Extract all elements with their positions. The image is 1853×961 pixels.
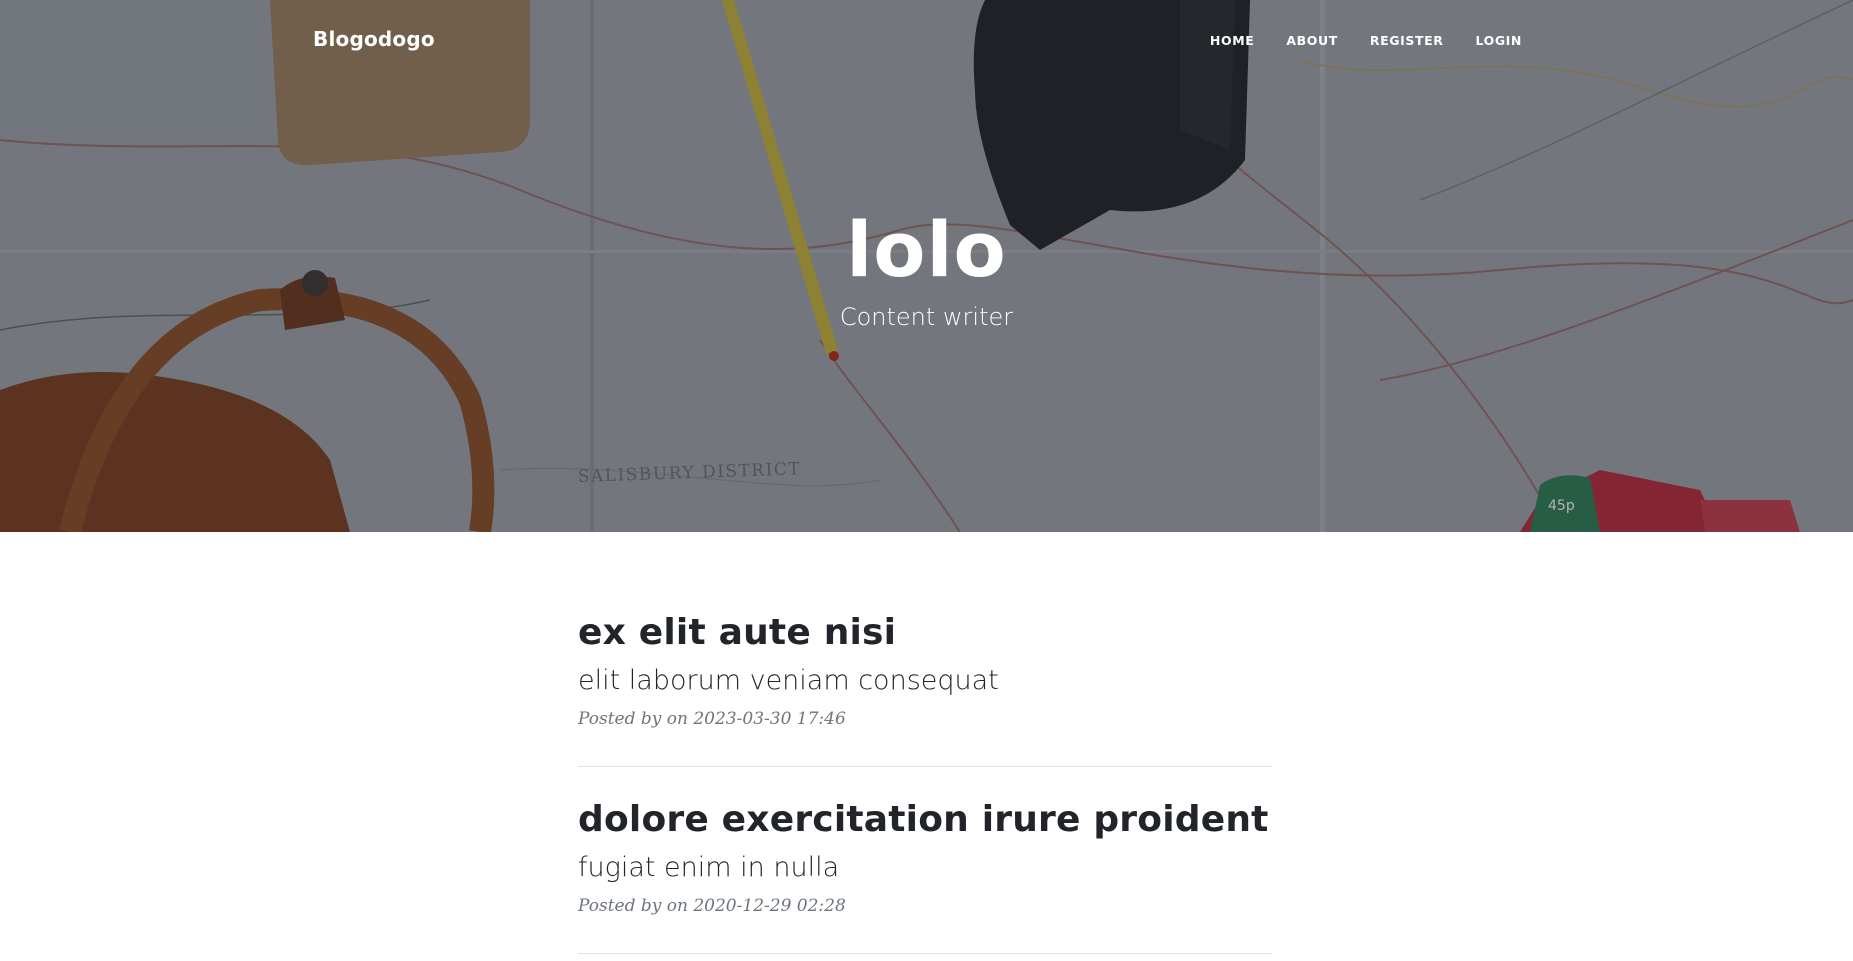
nav-link-login[interactable]: LOGIN <box>1459 33 1522 48</box>
post-subtitle: elit laborum veniam consequat <box>578 665 999 696</box>
post-link[interactable]: ex elit aute nisi elit laborum veniam co… <box>578 610 1272 698</box>
post-preview: dolore exercitation irure proident fugia… <box>578 767 1272 954</box>
main-navbar: Blogodogo HOME ABOUT REGISTER LOGIN <box>0 0 1853 82</box>
post-preview: ex elit aute nisi elit laborum veniam co… <box>578 532 1272 767</box>
masthead: 45p SALISBURY DISTRICT Blogodogo HOME AB… <box>0 0 1853 532</box>
site-heading: lolo Content writer <box>0 205 1853 333</box>
post-meta: Posted by on 2023-03-30 17:46 <box>578 709 846 729</box>
page-subtitle: Content writer <box>839 303 1014 331</box>
nav-link-home[interactable]: HOME <box>1194 33 1270 48</box>
brand-link[interactable]: Blogodogo <box>313 27 435 51</box>
post-link[interactable]: dolore exercitation irure proident fugia… <box>578 797 1272 885</box>
nav-link-register[interactable]: REGISTER <box>1354 33 1460 48</box>
post-title: dolore exercitation irure proident <box>578 799 1269 840</box>
post-list: ex elit aute nisi elit laborum veniam co… <box>578 532 1272 954</box>
nav-item-home: HOME <box>1194 33 1270 48</box>
nav-links: HOME ABOUT REGISTER LOGIN <box>1194 33 1522 48</box>
post-meta: Posted by on 2020-12-29 02:28 <box>578 896 846 916</box>
page-title: lolo <box>846 205 1007 294</box>
nav-link-about[interactable]: ABOUT <box>1270 33 1354 48</box>
post-title: ex elit aute nisi <box>578 612 897 653</box>
nav-item-register: REGISTER <box>1354 33 1460 48</box>
nav-item-about: ABOUT <box>1270 33 1354 48</box>
post-subtitle: fugiat enim in nulla <box>578 852 840 883</box>
nav-item-login: LOGIN <box>1459 33 1522 48</box>
